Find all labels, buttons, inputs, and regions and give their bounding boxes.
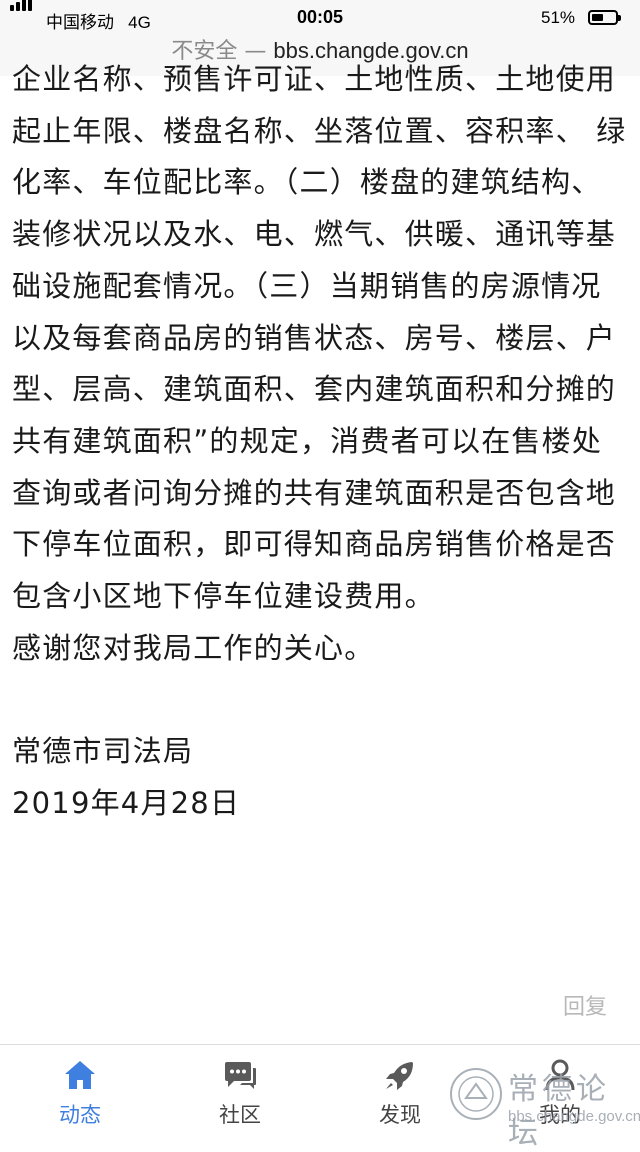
- post-date: 2019年4月28日: [12, 785, 241, 820]
- battery-percent: 51%: [541, 8, 576, 27]
- tab-label: 动态: [59, 1103, 101, 1127]
- battery-level-fill: [592, 14, 603, 21]
- chat-icon: [225, 1062, 256, 1089]
- tab-community[interactable]: 社区: [160, 1045, 320, 1138]
- tab-label: 社区: [219, 1103, 261, 1127]
- forum-logo-icon: [450, 1068, 502, 1120]
- watermark-url: bbs.changde.gov.cn: [508, 1108, 640, 1125]
- reply-button[interactable]: 回复: [563, 989, 607, 1021]
- home-icon: [65, 1061, 95, 1089]
- post-content: 企业名称、预售许可证、土地性质、土地使用起止年限、楼盘名称、坐落位置、容积率、 …: [12, 54, 628, 1014]
- tab-dynamic[interactable]: 动态: [0, 1045, 160, 1138]
- post-body-paragraph: 企业名称、预售许可证、土地性质、土地使用起止年限、楼盘名称、坐落位置、容积率、 …: [12, 62, 627, 614]
- battery-icon: [588, 10, 621, 25]
- post-thanks-line: 感谢您对我局工作的关心。: [12, 630, 375, 665]
- site-watermark: 常德论坛 bbs.changde.gov.cn: [448, 1058, 640, 1151]
- rocket-icon: [386, 1062, 413, 1090]
- status-bar: 中国移动 4G 00:05 51%: [0, 0, 640, 36]
- post-signature: 常德市司法局: [12, 734, 194, 769]
